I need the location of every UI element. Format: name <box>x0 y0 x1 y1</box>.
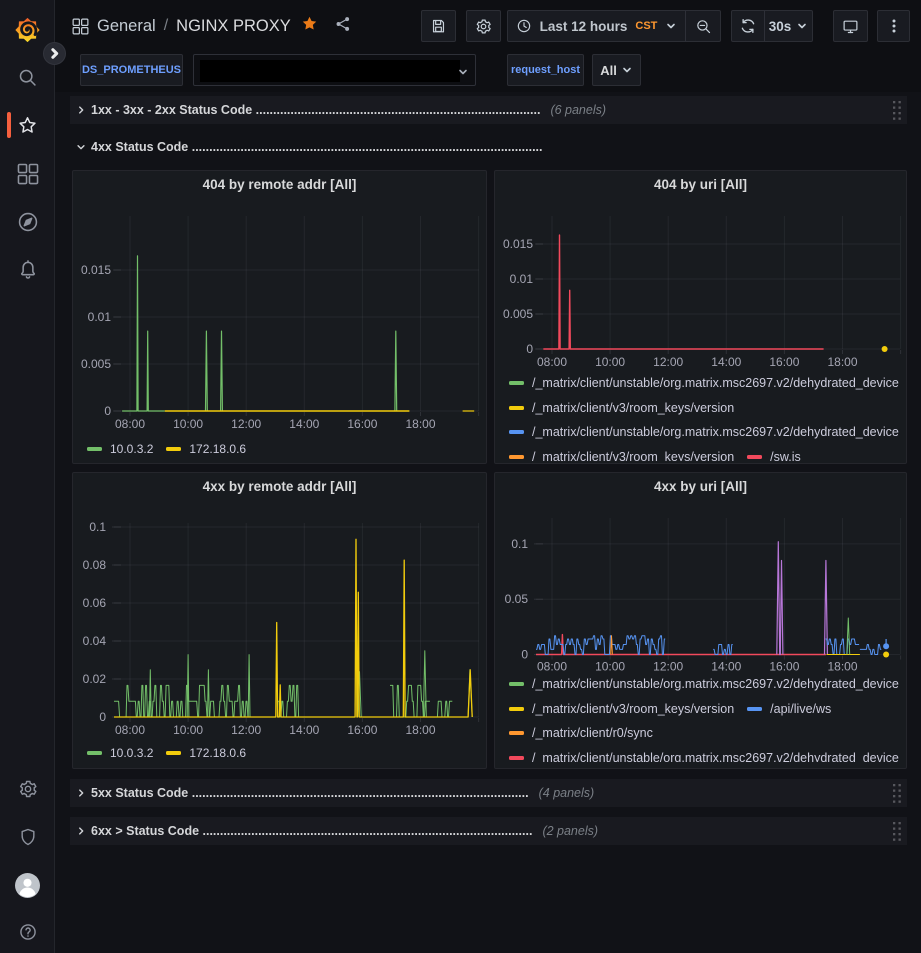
svg-text:14:00: 14:00 <box>289 417 319 431</box>
svg-text:16:00: 16:00 <box>347 417 377 431</box>
svg-text:0.1: 0.1 <box>89 520 106 534</box>
svg-text:12:00: 12:00 <box>653 355 683 369</box>
svg-text:0.02: 0.02 <box>83 672 107 686</box>
svg-text:0.005: 0.005 <box>81 357 111 371</box>
svg-text:0.005: 0.005 <box>503 307 533 321</box>
svg-text:14:00: 14:00 <box>711 355 741 369</box>
svg-text:16:00: 16:00 <box>769 355 799 369</box>
svg-text:0.06: 0.06 <box>83 596 107 610</box>
svg-text:0: 0 <box>99 710 106 724</box>
svg-text:0.04: 0.04 <box>83 634 107 648</box>
svg-text:0.01: 0.01 <box>88 310 112 324</box>
svg-text:18:00: 18:00 <box>827 355 857 369</box>
svg-text:10:00: 10:00 <box>595 355 625 369</box>
svg-text:0: 0 <box>526 342 533 356</box>
svg-text:10:00: 10:00 <box>173 417 203 431</box>
svg-text:10:00: 10:00 <box>173 723 203 737</box>
svg-text:0.01: 0.01 <box>510 272 534 286</box>
svg-text:0.1: 0.1 <box>511 537 528 551</box>
svg-text:12:00: 12:00 <box>231 723 261 737</box>
svg-text:18:00: 18:00 <box>405 417 435 431</box>
svg-text:08:00: 08:00 <box>537 355 567 369</box>
svg-text:0.08: 0.08 <box>83 558 107 572</box>
svg-text:0.015: 0.015 <box>81 263 111 277</box>
svg-text:0: 0 <box>521 648 528 662</box>
svg-text:08:00: 08:00 <box>115 723 145 737</box>
svg-text:0.05: 0.05 <box>505 592 529 606</box>
svg-text:18:00: 18:00 <box>405 723 435 737</box>
svg-text:0: 0 <box>104 404 111 418</box>
svg-text:08:00: 08:00 <box>115 417 145 431</box>
svg-text:14:00: 14:00 <box>289 723 319 737</box>
svg-text:0.015: 0.015 <box>503 237 533 251</box>
svg-text:16:00: 16:00 <box>347 723 377 737</box>
svg-text:12:00: 12:00 <box>231 417 261 431</box>
